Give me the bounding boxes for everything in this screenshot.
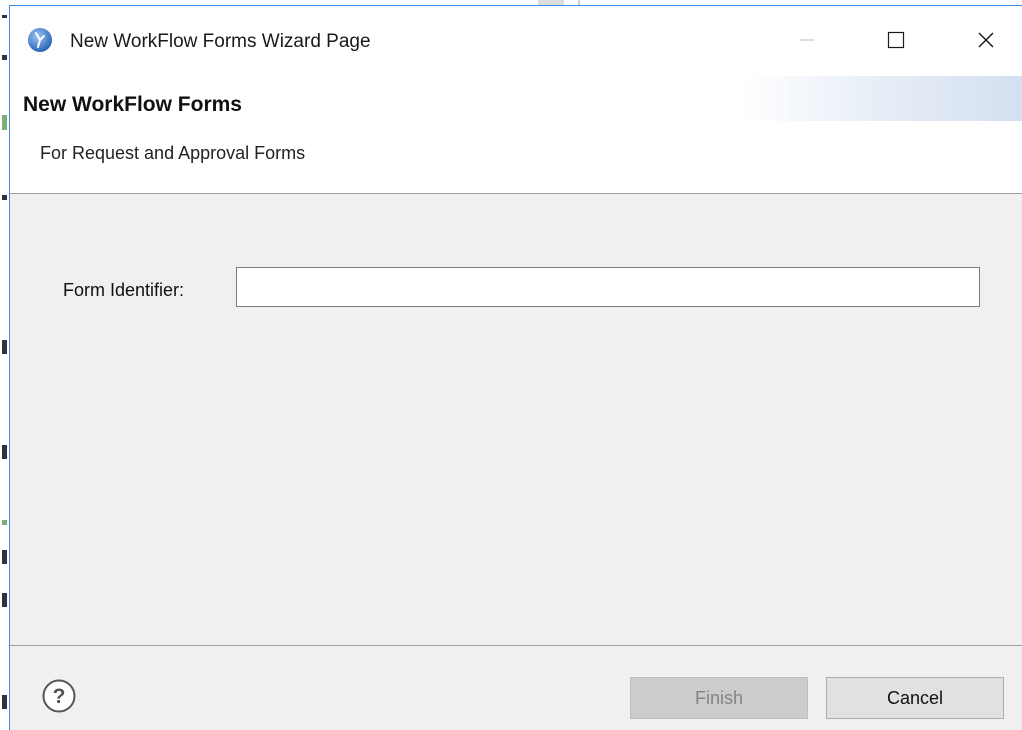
- title-bar[interactable]: New WorkFlow Forms Wizard Page: [10, 6, 1022, 76]
- minimize-button[interactable]: [784, 20, 830, 60]
- background-text-fragment: [2, 520, 7, 525]
- background-text-fragment: [2, 15, 7, 18]
- svg-text:?: ?: [53, 685, 66, 708]
- footer-divider: [10, 645, 1022, 646]
- wizard-header: New WorkFlow Forms For Request and Appro…: [10, 76, 1022, 193]
- maximize-button[interactable]: [873, 20, 919, 60]
- background-text-fragment: [2, 445, 7, 459]
- background-text-fragment: [2, 195, 7, 200]
- background-text-fragment: [2, 695, 7, 709]
- background-text-fragment: [2, 115, 7, 130]
- wizard-dialog: New WorkFlow Forms Wizard Page New WorkF…: [9, 5, 1022, 730]
- background-window-edge: [0, 0, 9, 730]
- finish-button[interactable]: Finish: [630, 677, 808, 719]
- maximize-icon: [887, 31, 905, 49]
- background-text-fragment: [2, 593, 7, 607]
- form-identifier-input[interactable]: [236, 267, 980, 307]
- close-button[interactable]: [963, 20, 1009, 60]
- help-icon[interactable]: ?: [41, 678, 77, 714]
- form-identifier-label: Form Identifier:: [63, 280, 185, 300]
- cancel-button[interactable]: Cancel: [826, 677, 1004, 719]
- eclipse-app-icon: [28, 28, 52, 52]
- close-icon: [978, 32, 994, 48]
- page-title: New WorkFlow Forms: [23, 93, 242, 116]
- minimize-icon: [800, 39, 814, 41]
- background-text-fragment: [2, 55, 7, 60]
- window-title: New WorkFlow Forms Wizard Page: [70, 31, 371, 52]
- header-divider: [10, 193, 1022, 194]
- header-banner-gradient: [742, 76, 1022, 121]
- page-description: For Request and Approval Forms: [40, 143, 306, 163]
- background-text-fragment: [2, 340, 7, 354]
- background-text-fragment: [2, 550, 7, 564]
